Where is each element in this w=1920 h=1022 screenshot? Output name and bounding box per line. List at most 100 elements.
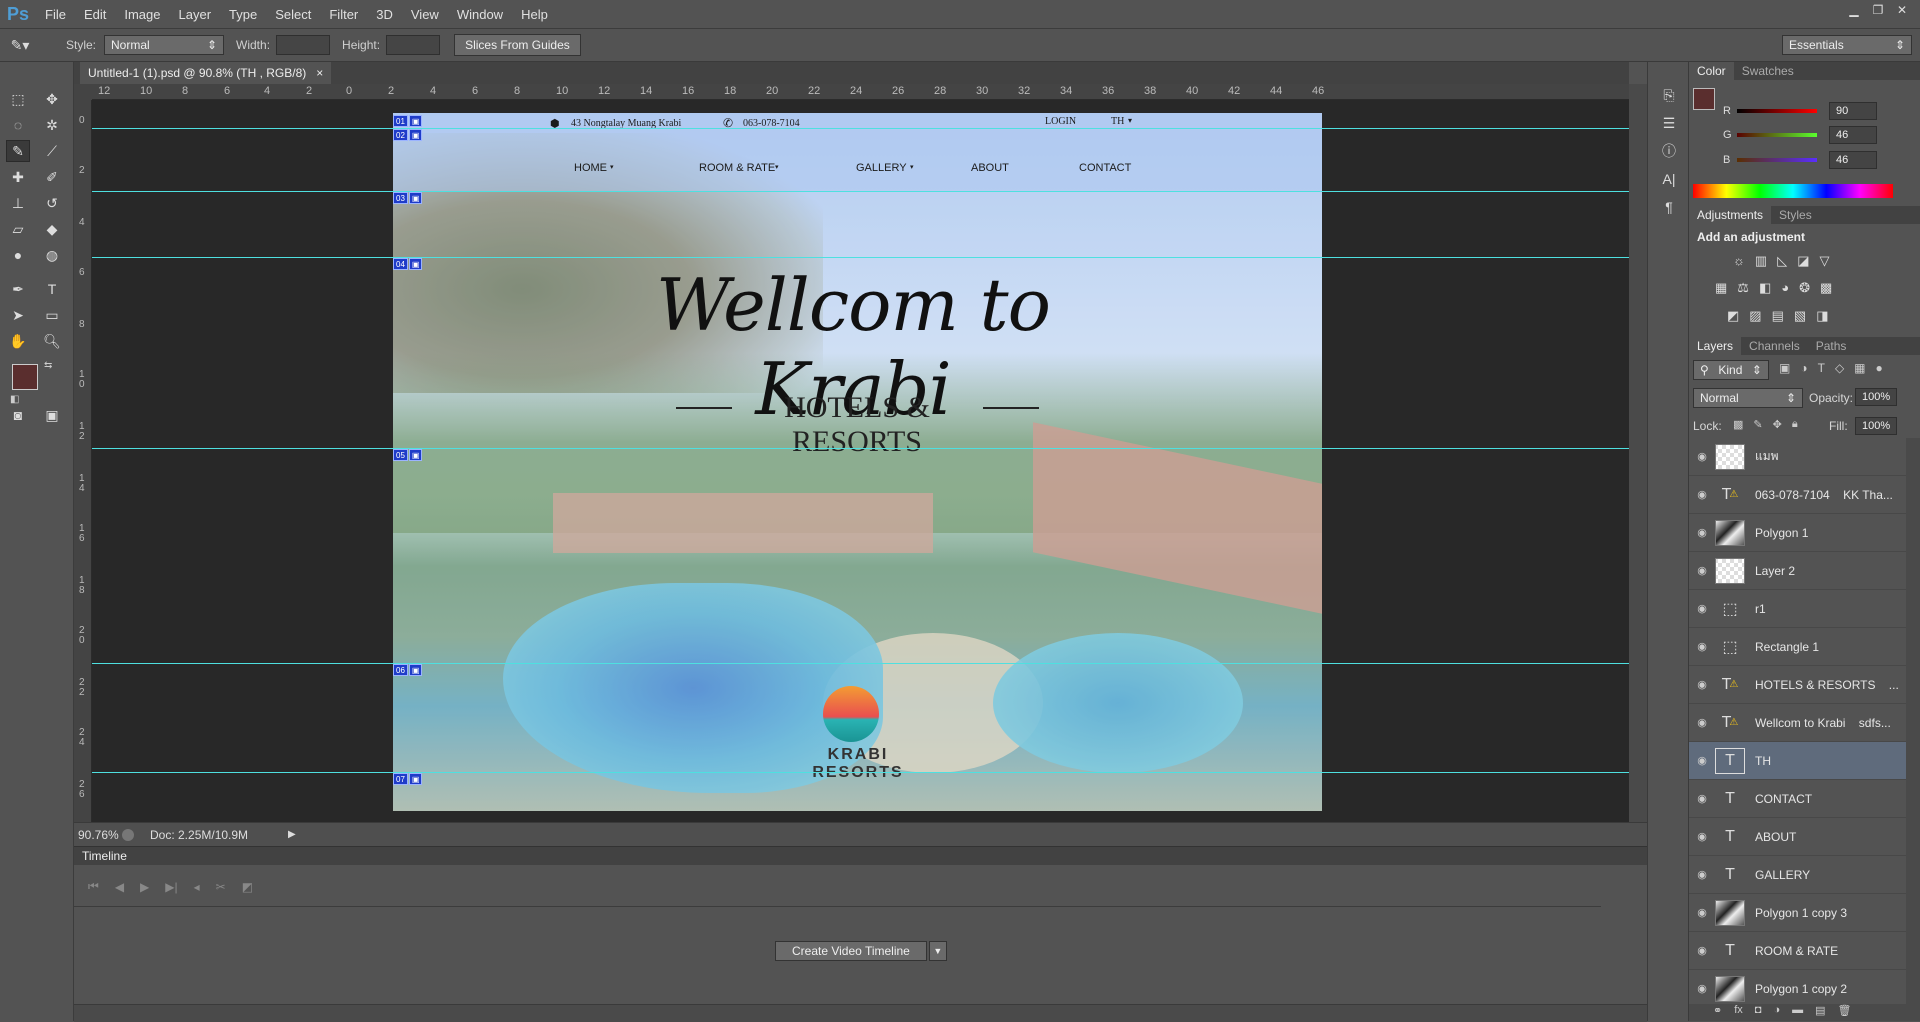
visibility-eye-icon[interactable]: ◉	[1689, 754, 1715, 767]
tab-swatches[interactable]: Swatches	[1734, 62, 1802, 80]
selective-color-icon[interactable]: ◨	[1816, 308, 1828, 324]
canvas[interactable]: ⬢ 43 Nongtalay Muang Krabi ✆ 063-078-710…	[393, 113, 1322, 811]
tab-adjustments[interactable]: Adjustments	[1689, 206, 1772, 224]
vertical-ruler[interactable]: 0 2 4 6 8 1 0 1 2 1 4 1 6 1 8 2 0 2 2 2 4 2 6	[74, 100, 92, 822]
path-selection-tool-icon[interactable]: ➤	[6, 304, 30, 326]
width-input[interactable]	[276, 35, 331, 55]
magic-wand-tool-icon[interactable]: ✲	[40, 114, 64, 136]
quick-mask-icon[interactable]: ◙	[6, 404, 30, 426]
menu-edit[interactable]: Edit	[75, 7, 115, 22]
tab-color[interactable]: Color	[1689, 62, 1734, 80]
menu-filter[interactable]: Filter	[320, 7, 367, 22]
filter-shape-icon[interactable]: ◇	[1835, 361, 1844, 375]
fx-icon[interactable]: fx	[1734, 1004, 1743, 1021]
visibility-eye-icon[interactable]: ◉	[1689, 602, 1715, 615]
posterize-icon[interactable]: ▨	[1749, 308, 1761, 324]
workspace-dropdown[interactable]: Essentials ⇕	[1782, 35, 1912, 55]
filter-toggle-icon[interactable]: ●	[1876, 361, 1883, 375]
guide-line[interactable]	[92, 257, 1629, 258]
horizontal-ruler[interactable]: 12 10 8 6 4 2 0 2 4 6 8 10 12 14 16 18 20 22 24 26 28 30 32 34 3…	[92, 84, 1629, 100]
properties-panel-icon[interactable]: ☰	[1657, 112, 1681, 134]
b-value[interactable]: 46	[1829, 151, 1877, 169]
layer-row[interactable]: ◉ T TH	[1689, 742, 1906, 780]
blend-mode-dropdown[interactable]: Normal ⇕	[1693, 388, 1803, 408]
slice-badge[interactable]: 02 ▣	[393, 129, 423, 141]
lasso-tool-icon[interactable]: ◌	[6, 114, 30, 136]
layer-row[interactable]: ◉ T ROOM & RATE	[1689, 932, 1906, 970]
color-spectrum-bar[interactable]	[1693, 184, 1893, 198]
pen-tool-icon[interactable]: ✒	[6, 278, 30, 300]
new-group-icon[interactable]: ▬	[1792, 1004, 1803, 1021]
audio-icon[interactable]: ◂	[194, 880, 200, 894]
play-icon[interactable]: ▶	[140, 880, 149, 894]
dodge-tool-icon[interactable]: ◍	[40, 244, 64, 266]
screen-mode-icon[interactable]: ▣	[40, 404, 64, 426]
visibility-eye-icon[interactable]: ◉	[1689, 640, 1715, 653]
foreground-color-swatch[interactable]	[12, 364, 38, 390]
eraser-tool-icon[interactable]: ▱	[6, 218, 30, 240]
lock-position-icon[interactable]: ✥	[1773, 418, 1782, 431]
layer-row[interactable]: ◉ Polygon 1	[1689, 514, 1906, 552]
marquee-tool-icon[interactable]: ⬚	[6, 88, 30, 110]
filter-smart-object-icon[interactable]: ▦	[1854, 361, 1865, 375]
visibility-eye-icon[interactable]: ◉	[1689, 944, 1715, 957]
menu-view[interactable]: View	[402, 7, 448, 22]
document-tab[interactable]: Untitled-1 (1).psd @ 90.8% (TH , RGB/8) …	[80, 62, 332, 84]
color-lookup-icon[interactable]: ▩	[1820, 280, 1832, 296]
slice-badge[interactable]: 04 ▣	[393, 258, 423, 270]
layer-filter-dropdown[interactable]: ⚲ Kind ⇕	[1693, 360, 1769, 380]
lock-pixels-icon[interactable]: ✎	[1753, 418, 1762, 431]
split-icon[interactable]: ✂	[216, 880, 226, 894]
first-frame-icon[interactable]: ⏮	[88, 879, 99, 894]
visibility-eye-icon[interactable]: ◉	[1689, 792, 1715, 805]
threshold-icon[interactable]: ▤	[1772, 308, 1784, 324]
guide-line[interactable]	[92, 772, 1629, 773]
visibility-eye-icon[interactable]: ◉	[1689, 450, 1715, 463]
menu-layer[interactable]: Layer	[170, 7, 221, 22]
channel-mixer-icon[interactable]: ❂	[1799, 280, 1810, 296]
filter-adjustment-icon[interactable]: ◑	[1800, 361, 1807, 375]
clone-stamp-tool-icon[interactable]: ⊥	[6, 192, 30, 214]
color-panel-foreground[interactable]	[1693, 88, 1715, 110]
guide-line[interactable]	[92, 663, 1629, 664]
layer-row[interactable]: ◉ T GALLERY	[1689, 856, 1906, 894]
document-window[interactable]: ⬢ 43 Nongtalay Muang Krabi ✆ 063-078-710…	[92, 100, 1629, 822]
color-balance-icon[interactable]: ⚖	[1737, 280, 1749, 296]
zoom-tool-icon[interactable]: 🔍︎	[40, 330, 64, 352]
levels-icon[interactable]: ▥	[1755, 253, 1767, 269]
visibility-eye-icon[interactable]: ◉	[1689, 716, 1715, 729]
minimize-icon[interactable]: ▁	[1844, 2, 1864, 18]
tab-channels[interactable]: Channels	[1741, 337, 1808, 355]
shape-tool-icon[interactable]: ▭	[40, 304, 64, 326]
vibrance-icon[interactable]: ▽	[1820, 253, 1830, 269]
guide-line[interactable]	[92, 448, 1629, 449]
menu-image[interactable]: Image	[115, 7, 169, 22]
menu-3d[interactable]: 3D	[367, 7, 402, 22]
close-icon[interactable]: ✕	[1892, 2, 1912, 18]
g-value[interactable]: 46	[1829, 126, 1877, 144]
healing-brush-tool-icon[interactable]: ✚	[6, 166, 30, 188]
lock-transparency-icon[interactable]: ▩	[1733, 418, 1743, 431]
slice-tool-icon[interactable]: ✎	[6, 140, 30, 162]
invert-icon[interactable]: ◩	[1727, 308, 1739, 324]
add-mask-icon[interactable]: ◘	[1755, 1004, 1762, 1021]
paint-bucket-tool-icon[interactable]: ◆	[40, 218, 64, 240]
history-brush-tool-icon[interactable]: ↺	[40, 192, 64, 214]
visibility-eye-icon[interactable]: ◉	[1689, 868, 1715, 881]
r-slider[interactable]	[1737, 109, 1817, 113]
visibility-eye-icon[interactable]: ◉	[1689, 906, 1715, 919]
layer-row[interactable]: ◉ T ⚠ Wellcom to Krabi sdfs...	[1689, 704, 1906, 742]
visibility-eye-icon[interactable]: ◉	[1689, 526, 1715, 539]
exposure-icon[interactable]: ◪	[1797, 253, 1809, 269]
eyedropper-tool-icon[interactable]: ⟋	[40, 140, 64, 162]
visibility-eye-icon[interactable]: ◉	[1689, 488, 1715, 501]
hue-saturation-icon[interactable]: ▦	[1715, 280, 1727, 296]
menu-window[interactable]: Window	[448, 7, 512, 22]
history-panel-icon[interactable]: ⎘	[1657, 84, 1681, 106]
brightness-icon[interactable]: ☼	[1733, 253, 1745, 269]
layer-row[interactable]: ◉ ⬚ Rectangle 1	[1689, 628, 1906, 666]
height-input[interactable]	[386, 35, 441, 55]
paragraph-panel-icon[interactable]: ¶	[1657, 196, 1681, 218]
filter-type-icon[interactable]: T	[1818, 361, 1825, 375]
transition-icon[interactable]: ◩	[242, 880, 253, 894]
